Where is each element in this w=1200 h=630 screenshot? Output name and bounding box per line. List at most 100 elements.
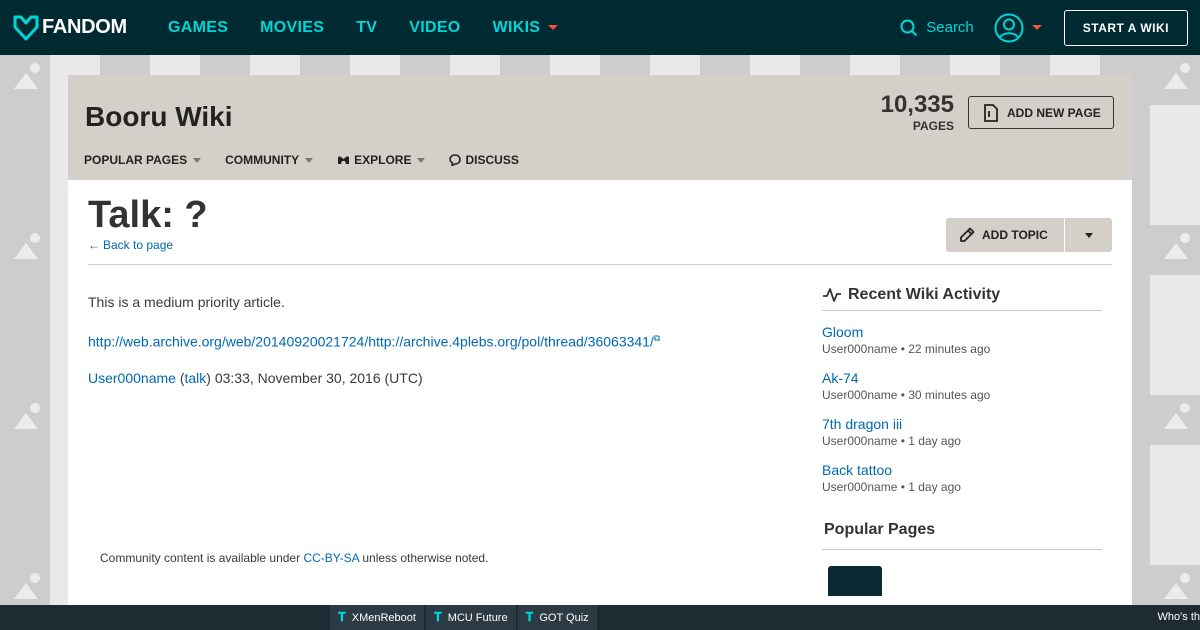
recent-activity-title: Recent Wiki Activity [848,286,1001,303]
nav-links: GAMES MOVIES TV VIDEO WIKIS [168,19,590,37]
local-nav-label: EXPLORE [354,153,412,167]
topic-dropdown-button[interactable] [1064,218,1112,252]
activity-item-title[interactable]: 7th dragon iii [822,415,1102,433]
local-nav-community[interactable]: COMMUNITY [225,153,314,167]
nav-tv[interactable]: TV [356,19,377,37]
external-link[interactable]: http://web.archive.org/web/2014092002172… [88,334,654,350]
fan-feed-tabs: 𝐓 XMenReboot 𝐓 MCU Future 𝐓 GOT Quiz [330,605,599,630]
article-url-paragraph: http://web.archive.org/web/2014092002172… [88,328,788,352]
chevron-down-icon [417,157,426,163]
activity-item-title[interactable]: Gloom [822,323,1102,341]
popular-page-thumbnail[interactable] [828,566,882,596]
article-paragraph: This is a medium priority article. [88,294,285,310]
recent-activity-heading: Recent Wiki Activity [822,286,1102,311]
topic-button-group: ADD TOPIC [946,218,1112,252]
article-body: This is a medium priority article. http:… [88,292,788,404]
global-nav: FANDOM GAMES MOVIES TV VIDEO WIKIS Searc… [0,0,1200,55]
page-title: Talk: ? [88,194,208,236]
activity-item-meta: User000name • 22 minutes ago [822,342,991,356]
background-tile [1150,225,1200,275]
back-to-page-link[interactable]: ← Back to page [88,238,173,252]
start-a-wiki-button[interactable]: START A WIKI [1063,9,1188,46]
license-prefix: Community content is available under [100,551,304,565]
local-nav: POPULAR PAGES COMMUNITY EXPLORE DISCUSS [84,153,543,167]
signature-user-link[interactable]: User000name [88,370,176,386]
user-avatar-icon [994,13,1024,42]
license-note: Community content is available under CC-… [100,551,488,565]
activity-item-meta: User000name • 1 day ago [822,434,961,448]
wiki-title[interactable]: Booru Wiki [85,101,233,133]
popular-pages-heading: Popular Pages [822,521,1102,550]
activity-item-title[interactable]: Back tattoo [822,461,1102,479]
add-topic-label: ADD TOPIC [982,228,1048,242]
add-new-page-button[interactable]: ADD NEW PAGE [968,96,1114,129]
fandom-heart-icon [13,15,39,40]
activity-item-meta: User000name • 30 minutes ago [822,388,991,402]
title-divider [88,264,1112,265]
chevron-down-icon [305,157,314,163]
search-button[interactable]: Search [900,19,974,37]
local-nav-label: DISCUSS [465,153,519,167]
external-link-icon: ⧉ [653,333,661,343]
main-content: Talk: ? ← Back to page ADD TOPIC This is… [68,180,1132,605]
fan-tab[interactable]: 𝐓 XMenReboot [330,605,426,630]
fan-tab[interactable]: 𝐓 MCU Future [425,605,518,630]
activity-item: 7th dragon iii User000name • 1 day ago [822,415,1102,449]
fan-tab-label: GOT Quiz [539,611,589,624]
page-count: 10,335 PAGES [881,91,954,133]
activity-item: Back tattoo User000name • 1 day ago [822,461,1102,495]
local-nav-label: POPULAR PAGES [84,153,188,167]
fandom-logo[interactable]: FANDOM [12,14,142,42]
chevron-down-icon [1084,232,1093,238]
right-rail: Recent Wiki Activity Gloom User000name •… [822,286,1102,596]
search-label: Search [926,19,974,36]
explore-icon [338,155,350,164]
wiki-header: Booru Wiki 10,335 PAGES ADD NEW PAGE POP… [68,75,1132,180]
background-tile [0,395,50,445]
activity-item: Ak-74 User000name • 30 minutes ago [822,369,1102,403]
fan-tab-icon: 𝐓 [525,610,534,624]
search-icon [900,19,918,36]
background-tile [1150,395,1200,445]
bottom-bar: 𝐓 XMenReboot 𝐓 MCU Future 𝐓 GOT Quiz Who… [0,605,1200,630]
pencil-icon [960,227,975,242]
nav-wikis-label: WIKIS [492,18,541,36]
local-nav-discuss[interactable]: DISCUSS [449,153,519,167]
fan-tab-label: MCU Future [447,611,508,624]
back-to-page-label: Back to page [103,238,174,252]
chevron-down-icon [1031,25,1042,30]
fandom-logo-text: FANDOM [42,16,127,38]
fan-tab[interactable]: 𝐓 GOT Quiz [517,605,599,630]
license-suffix: unless otherwise noted. [359,551,489,565]
local-nav-explore[interactable]: EXPLORE [337,153,426,167]
arrow-left-icon: ← [88,238,100,252]
license-link[interactable]: CC-BY-SA [303,551,359,565]
nav-movies[interactable]: MOVIES [260,19,324,37]
nav-right: Search START A WIKI [900,9,1188,46]
activity-list: Gloom User000name • 22 minutes ago Ak-74… [822,323,1102,495]
nav-games[interactable]: GAMES [168,19,228,37]
local-nav-label: COMMUNITY [225,153,300,167]
signature-open: ( [175,369,185,386]
fan-tab-label: XMenReboot [351,611,416,624]
activity-item-title[interactable]: Ak-74 [822,369,1102,387]
user-menu[interactable] [994,13,1042,43]
activity-item: Gloom User000name • 22 minutes ago [822,323,1102,357]
fan-tab-icon: 𝐓 [338,610,346,624]
nav-video[interactable]: VIDEO [409,19,460,37]
fan-tab-icon: 𝐓 [433,610,442,624]
background-tile [0,55,50,105]
activity-item-meta: User000name • 1 day ago [822,480,961,494]
add-new-page-label: ADD NEW PAGE [1007,105,1101,120]
discuss-icon [449,154,462,166]
chevron-down-icon [193,157,202,163]
nav-wikis[interactable]: WIKIS [493,19,559,37]
add-topic-button[interactable]: ADD TOPIC [946,218,1064,252]
background-tile [0,225,50,275]
signature: User000name (talk) 03:33, November 30, 2… [88,368,788,388]
page-count-number: 10,335 [880,91,954,118]
signature-talk-link[interactable]: talk [185,370,207,386]
page-count-label: PAGES [912,119,954,133]
background-tile [1150,55,1200,105]
local-nav-popular-pages[interactable]: POPULAR PAGES [84,153,202,167]
